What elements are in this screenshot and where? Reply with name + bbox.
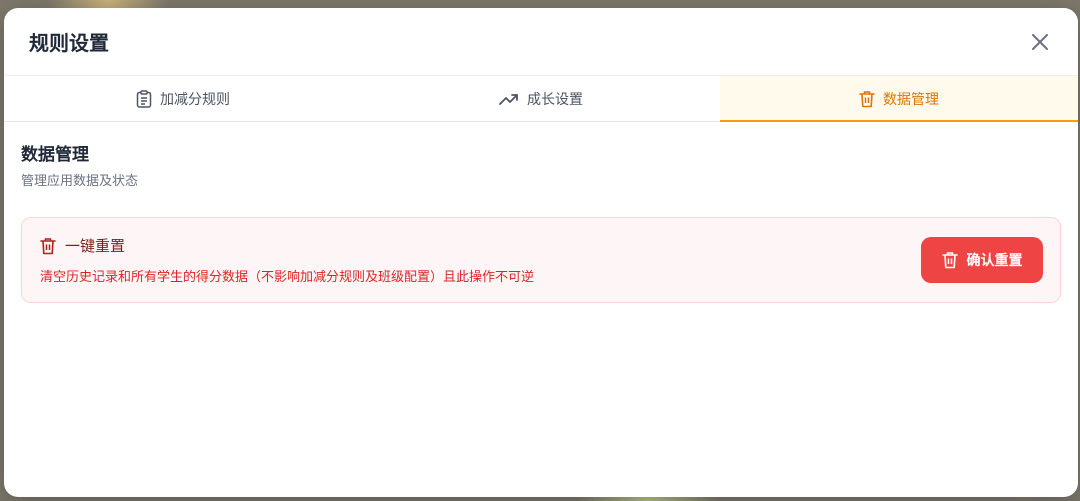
tab-score-rules[interactable]: 加减分规则 xyxy=(4,76,362,121)
tab-bar: 加减分规则 成长设置 数据管理 xyxy=(4,76,1078,122)
section-subtitle: 管理应用数据及状态 xyxy=(21,174,139,189)
modal-title: 规则设置 xyxy=(29,31,109,55)
confirm-reset-label: 确认重置 xyxy=(966,252,1023,268)
trending-up-icon xyxy=(499,92,519,106)
reset-card-info: 一键重置 清空历史记录和所有学生的得分数据（不影响加减分规则及班级配置）且此操作… xyxy=(40,235,534,285)
reset-card: 一键重置 清空历史记录和所有学生的得分数据（不影响加减分规则及班级配置）且此操作… xyxy=(21,217,1061,303)
close-button[interactable] xyxy=(1026,28,1054,56)
reset-card-description: 清空历史记录和所有学生的得分数据（不影响加减分规则及班级配置）且此操作不可逆 xyxy=(40,270,535,285)
reset-card-heading: 一键重置 xyxy=(40,235,534,256)
reset-card-title: 一键重置 xyxy=(65,237,126,255)
confirm-reset-button[interactable]: 确认重置 xyxy=(921,237,1043,283)
trash-icon xyxy=(859,90,875,108)
trash-icon xyxy=(941,251,958,269)
tab-label: 成长设置 xyxy=(527,91,583,108)
tab-content: 数据管理 管理应用数据及状态 一键重置 清空历史记录和所有学生的得分数据（不影响… xyxy=(4,122,1078,303)
tab-growth-settings[interactable]: 成长设置 xyxy=(362,76,720,121)
modal-header: 规则设置 xyxy=(4,8,1078,76)
tab-label: 数据管理 xyxy=(883,91,939,108)
tab-data-management[interactable]: 数据管理 xyxy=(720,76,1078,122)
close-icon xyxy=(1031,33,1049,51)
rules-settings-modal: 规则设置 加减分规则 成长设置 数据管理 数据管理 管理应用数据及状态 一键重置… xyxy=(4,8,1078,497)
tab-label: 加减分规则 xyxy=(160,91,230,108)
trash-icon xyxy=(40,237,56,255)
clipboard-icon xyxy=(136,89,152,108)
section-title: 数据管理 xyxy=(21,145,89,165)
